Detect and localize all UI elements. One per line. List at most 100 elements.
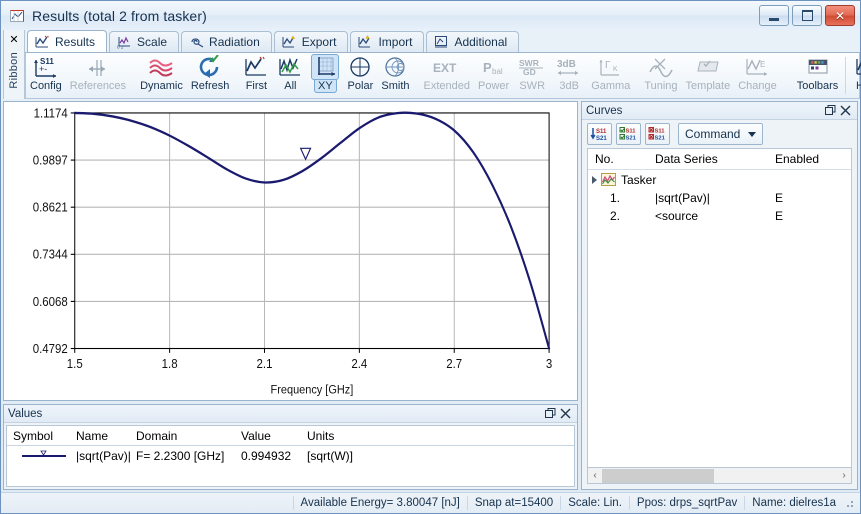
tab-export[interactable]: Export: [274, 31, 349, 52]
row-series: <source: [648, 209, 768, 223]
button-label: Gamma: [591, 80, 630, 92]
tab-results[interactable]: Results: [27, 30, 107, 52]
minimize-button[interactable]: [759, 5, 789, 26]
refresh-button[interactable]: Refresh: [187, 53, 234, 98]
tab-additional[interactable]: Additional: [426, 31, 519, 52]
table-row[interactable]: 2. <source E: [588, 207, 851, 225]
tab-label: Import: [378, 35, 412, 49]
change-button[interactable]: E Change: [734, 53, 781, 98]
xy-button[interactable]: XY: [307, 53, 343, 98]
x-tick-label: 1.5: [67, 357, 83, 372]
button-label: Dynamic: [140, 80, 183, 92]
smith-button[interactable]: Smith: [377, 53, 413, 98]
references-button[interactable]: References: [66, 53, 130, 98]
command-label: Command: [685, 127, 740, 141]
scrollbar-thumb[interactable]: [602, 469, 714, 483]
y-tick-label: 0.6068: [33, 294, 68, 309]
dynamic-button[interactable]: Dynamic: [136, 53, 187, 98]
help-button[interactable]: ? Help: [849, 53, 861, 98]
tuning-button[interactable]: Tuning: [640, 53, 681, 98]
restore-icon[interactable]: [543, 407, 558, 420]
table-row[interactable]: 1. |sqrt(Pav)| E: [588, 189, 851, 207]
curves-panel: Curves S11 S21: [581, 101, 858, 490]
column-domain: Domain: [130, 429, 235, 443]
row-enabled[interactable]: E: [768, 191, 848, 205]
row-series: |sqrt(Pav)|: [648, 191, 768, 205]
close-icon[interactable]: [558, 407, 573, 420]
button-label: XY: [314, 80, 337, 93]
button-label: References: [70, 80, 126, 92]
toolbars-button[interactable]: Toolbars: [793, 53, 843, 98]
close-button[interactable]: ✕: [825, 5, 855, 26]
scroll-left-arrow-icon[interactable]: ‹: [588, 470, 602, 481]
data-curve: [75, 113, 549, 349]
curves-horizontal-scrollbar[interactable]: ‹ ›: [587, 468, 852, 484]
close-icon[interactable]: [838, 104, 853, 117]
3db-icon: 3dB: [555, 54, 583, 80]
s11-s21-remove-icon[interactable]: S11 S21: [645, 123, 670, 145]
button-label: Help: [856, 80, 861, 92]
column-symbol: Symbol: [7, 429, 70, 443]
all-button[interactable]: All: [273, 53, 307, 98]
gamma-button[interactable]: ΓK Gamma: [587, 53, 634, 98]
button-label: 3dB: [559, 80, 579, 92]
xy-plot[interactable]: 1.11740.98970.86210.73440.60680.4792 1.5…: [4, 102, 577, 400]
s11-s21-add-icon[interactable]: S11 S21: [587, 123, 612, 145]
polar-button[interactable]: Polar: [343, 53, 377, 98]
plot-panel[interactable]: 1.11740.98970.86210.73440.60680.4792 1.5…: [3, 101, 578, 401]
ribbon-close-icon[interactable]: ✕: [9, 33, 18, 52]
config-button[interactable]: S11 +- Config: [26, 53, 66, 98]
curves-table[interactable]: No. Data Series Enabled Tasker: [587, 148, 852, 468]
ribbon-separator: [845, 57, 846, 94]
window-title: Results (total 2 from tasker): [32, 8, 207, 24]
s11-s21-check-icon[interactable]: S11 S21: [616, 123, 641, 145]
swr-button[interactable]: SWRGD SWR: [513, 53, 551, 98]
polar-plot-icon: [347, 54, 373, 80]
curves-table-header: No. Data Series Enabled: [588, 149, 851, 170]
values-table[interactable]: Symbol Name Domain Value Units |sqrt(Pav…: [6, 425, 575, 487]
tab-scale[interactable]: 0 1 Scale: [109, 31, 179, 52]
ribbon: ✕ Ribbon Results 0 1 Scale: [1, 30, 860, 99]
scroll-right-arrow-icon[interactable]: ›: [837, 470, 851, 481]
ribbon-group-extended: EXT Extended Pbal Power SWRGD: [420, 53, 635, 98]
additional-tab-icon: [434, 35, 449, 49]
status-available-energy: Available Energy= 3.80047 [nJ]: [293, 496, 467, 510]
power-bal-icon: Pbal: [478, 54, 509, 80]
command-dropdown[interactable]: Command: [678, 123, 763, 145]
template-button[interactable]: Template: [682, 53, 735, 98]
3db-button[interactable]: 3dB 3dB: [551, 53, 587, 98]
expand-triangle-icon[interactable]: [592, 176, 597, 184]
column-enabled: Enabled: [768, 152, 848, 166]
ribbon-sidebar: ✕ Ribbon: [3, 30, 25, 99]
row-no: 2.: [588, 209, 648, 223]
ribbon-group-config: S11 +- Config: [26, 53, 130, 98]
ribbon-vertical-label[interactable]: Ribbon: [8, 52, 20, 89]
button-label: All: [284, 80, 296, 92]
restore-icon[interactable]: [823, 104, 838, 117]
svg-text:K: K: [613, 66, 618, 73]
ribbon-group-plot: First All: [239, 53, 413, 98]
first-curve-icon: [243, 54, 269, 80]
scale-tab-icon: 0 1: [117, 35, 132, 49]
tab-radiation[interactable]: Radiation: [181, 31, 272, 52]
toolbars-icon: [797, 54, 839, 80]
column-no: No.: [588, 152, 648, 166]
chevron-down-icon: [748, 132, 756, 137]
power-button[interactable]: Pbal Power: [474, 53, 513, 98]
x-axis-label: Frequency [GHz]: [271, 384, 354, 397]
values-panel: Values Symbol Name Domain Value Units: [3, 404, 578, 490]
maximize-button[interactable]: [792, 5, 822, 26]
first-button[interactable]: First: [239, 53, 273, 98]
values-table-header: Symbol Name Domain Value Units: [7, 426, 574, 446]
button-label: Config: [30, 80, 62, 92]
extended-button[interactable]: EXT Extended: [420, 53, 474, 98]
row-enabled[interactable]: E: [768, 209, 848, 223]
tab-import[interactable]: Import: [350, 31, 424, 52]
button-label: Power: [478, 80, 509, 92]
resize-grip-icon[interactable]: [843, 496, 857, 510]
tree-group-tasker[interactable]: Tasker: [588, 170, 851, 189]
scrollbar-track[interactable]: [602, 469, 837, 483]
y-tick-label: 1.1174: [34, 106, 68, 121]
table-row[interactable]: |sqrt(Pav)| F= 2.2300 [GHz] 0.994932 [sq…: [7, 446, 574, 466]
column-units: Units: [301, 429, 421, 443]
